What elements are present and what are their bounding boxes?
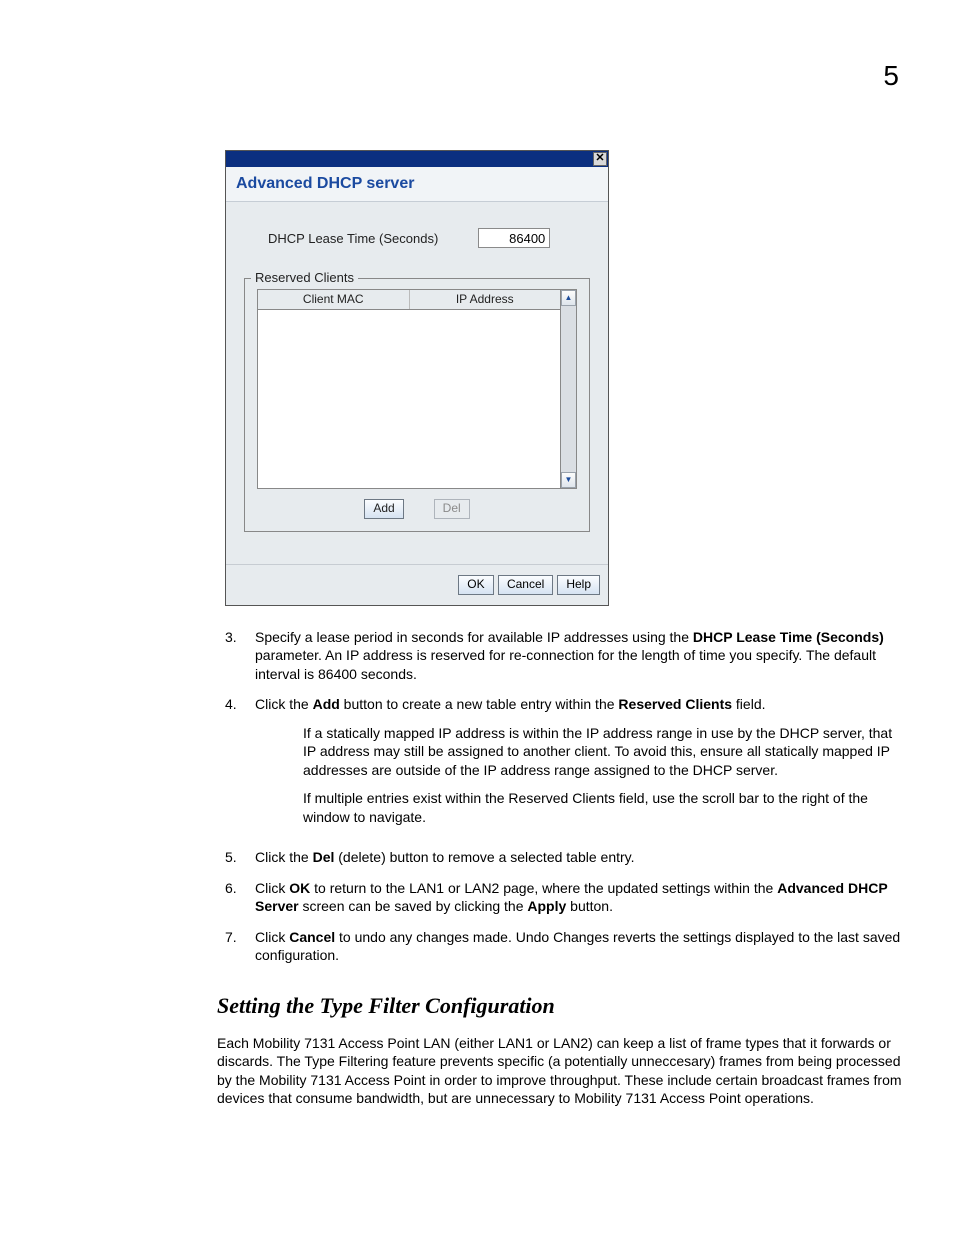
text-part: Click the [255,696,313,712]
text-part: Click [255,929,289,945]
section-paragraph: Each Mobility 7131 Access Point LAN (eit… [217,1034,905,1108]
text-part: field. [732,696,765,712]
step-text: Click OK to return to the LAN1 or LAN2 p… [255,879,905,916]
text-part: to undo any changes made. Undo Changes r… [255,929,900,963]
add-button[interactable]: Add [364,499,403,519]
step-4: 4. Click the Add button to create a new … [225,695,905,836]
dialog-footer: OK Cancel Help [226,564,608,605]
scroll-down-icon[interactable]: ▼ [561,472,576,488]
fieldset-legend: Reserved Clients [251,270,358,285]
step-3: 3. Specify a lease period in seconds for… [225,628,905,683]
page-content: ✕ Advanced DHCP server DHCP Lease Time (… [225,150,905,1107]
step-number: 6. [225,879,255,916]
page-number: 5 [883,60,899,92]
table-buttons: Add Del [257,499,577,519]
instructions: 3. Specify a lease period in seconds for… [225,628,905,1107]
bold-text: Del [313,849,335,865]
step-text: Click the Add button to create a new tab… [255,695,905,836]
step-number: 4. [225,695,255,836]
text-part: (delete) button to remove a selected tab… [334,849,634,865]
step-number: 7. [225,928,255,965]
text-part: Click [255,880,289,896]
bold-text: Add [313,696,340,712]
text-part: button to create a new table entry withi… [340,696,619,712]
lease-time-input[interactable] [478,228,550,248]
cancel-button[interactable]: Cancel [498,575,553,595]
text-part: screen can be saved by clicking the [299,898,528,914]
close-icon[interactable]: ✕ [593,152,607,166]
dialog-titlebar: ✕ [226,151,608,167]
del-button[interactable]: Del [434,499,470,519]
step-text: Click Cancel to undo any changes made. U… [255,928,905,965]
ok-button[interactable]: OK [458,575,494,595]
reserved-clients-fieldset: Reserved Clients Client MAC IP Address ▲… [244,278,590,532]
step-6: 6. Click OK to return to the LAN1 or LAN… [225,879,905,916]
col-client-mac: Client MAC [258,290,410,309]
step-subtext: If a statically mapped IP address is wit… [303,724,905,779]
table: Client MAC IP Address [257,289,561,489]
bold-text: Cancel [289,929,335,945]
text-part: Specify a lease period in seconds for av… [255,629,693,645]
step-subtext: If multiple entries exist within the Res… [303,789,905,826]
col-ip-address: IP Address [410,290,561,309]
step-number: 5. [225,848,255,866]
step-7: 7. Click Cancel to undo any changes made… [225,928,905,965]
help-button[interactable]: Help [557,575,600,595]
step-text: Click the Del (delete) button to remove … [255,848,905,866]
text-part: parameter. An IP address is reserved for… [255,647,876,681]
text-part: button. [566,898,613,914]
scroll-up-icon[interactable]: ▲ [561,290,576,306]
text-part: Click the [255,849,313,865]
step-number: 3. [225,628,255,683]
lease-time-label: DHCP Lease Time (Seconds) [268,231,438,246]
section-heading: Setting the Type Filter Configuration [217,991,905,1020]
bold-text: Apply [527,898,566,914]
text-part: to return to the LAN1 or LAN2 page, wher… [310,880,777,896]
reserved-clients-table: Client MAC IP Address ▲ ▼ [257,289,577,489]
bold-text: Reserved Clients [618,696,732,712]
bold-text: DHCP Lease Time (Seconds) [693,629,884,645]
dialog-body: DHCP Lease Time (Seconds) Reserved Clien… [226,202,608,564]
step-5: 5. Click the Del (delete) button to remo… [225,848,905,866]
bold-text: OK [289,880,310,896]
step-text: Specify a lease period in seconds for av… [255,628,905,683]
lease-time-row: DHCP Lease Time (Seconds) [244,228,590,248]
dialog-title: Advanced DHCP server [226,167,608,202]
advanced-dhcp-dialog: ✕ Advanced DHCP server DHCP Lease Time (… [225,150,609,606]
table-header: Client MAC IP Address [258,290,560,310]
scrollbar[interactable]: ▲ ▼ [561,289,577,489]
